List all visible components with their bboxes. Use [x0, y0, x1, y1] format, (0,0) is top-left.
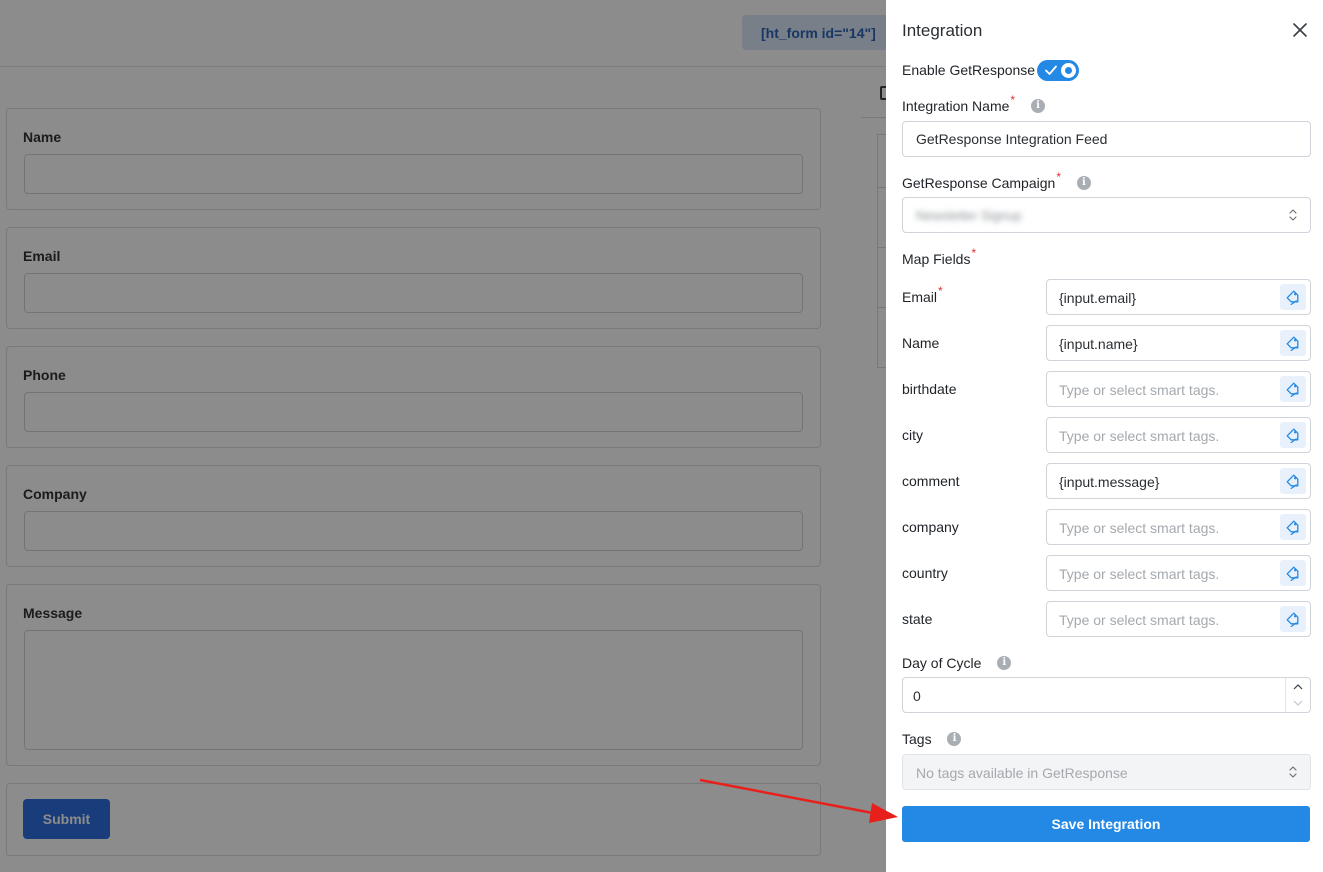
required-mark: * — [1056, 170, 1061, 184]
toggle-knob — [1061, 63, 1076, 78]
decrement-button[interactable] — [1286, 695, 1310, 712]
tag-icon — [1286, 520, 1299, 535]
tags-label: Tags i — [902, 731, 962, 747]
tag-icon — [1286, 612, 1299, 627]
map-field-label-text: birthdate — [902, 381, 957, 397]
tags-label-text: Tags — [902, 731, 932, 747]
tag-icon — [1286, 474, 1299, 489]
map-field-label: country — [902, 565, 948, 581]
map-field-value: {input.message} — [1059, 474, 1160, 490]
enable-getresponse-toggle[interactable] — [1037, 60, 1079, 81]
integration-name-label-text: Integration Name — [902, 98, 1010, 114]
smart-tag-button[interactable] — [1280, 330, 1306, 356]
smart-tag-button[interactable] — [1280, 422, 1306, 448]
campaign-selected-value: Newsletter Signup — [916, 208, 1022, 223]
drawer-title: Integration — [902, 21, 983, 40]
tag-icon — [1286, 336, 1299, 351]
integration-drawer: Integration Enable GetResponse Integrati… — [886, 0, 1323, 872]
map-field-input[interactable]: Type or select smart tags. — [1046, 555, 1311, 591]
chevron-up-down-icon — [1289, 209, 1297, 221]
enable-getresponse-label: Enable GetResponse — [902, 62, 1036, 78]
map-fields-label-text: Map Fields — [902, 251, 971, 267]
map-field-placeholder: Type or select smart tags. — [1059, 520, 1220, 536]
map-field-label-text: company — [902, 519, 959, 535]
map-field-label: city — [902, 427, 923, 443]
map-field-label-text: country — [902, 565, 948, 581]
info-icon[interactable]: i — [1030, 99, 1045, 114]
tags-select[interactable]: No tags available in GetResponse — [902, 754, 1311, 790]
map-field-input[interactable]: Type or select smart tags. — [1046, 417, 1311, 453]
map-field-placeholder: Type or select smart tags. — [1059, 428, 1220, 444]
info-icon[interactable]: i — [1076, 176, 1091, 191]
tag-icon — [1286, 428, 1299, 443]
info-icon[interactable]: i — [997, 656, 1012, 671]
map-field-label: Email* — [902, 284, 943, 305]
smart-tag-button[interactable] — [1280, 284, 1306, 310]
info-icon[interactable]: i — [947, 732, 962, 747]
required-mark: * — [938, 284, 943, 298]
chevron-down-icon — [1293, 700, 1303, 706]
day-of-cycle-label: Day of Cycle i — [902, 655, 1012, 671]
map-field-label-text: Email — [902, 289, 938, 305]
close-icon[interactable] — [1290, 20, 1310, 40]
integration-name-input[interactable] — [902, 121, 1311, 157]
day-of-cycle-label-text: Day of Cycle — [902, 655, 982, 671]
map-field-input[interactable]: {input.email} — [1046, 279, 1311, 315]
required-mark: * — [971, 246, 977, 260]
smart-tag-button[interactable] — [1280, 560, 1306, 586]
tag-icon — [1286, 382, 1299, 397]
map-field-input[interactable]: Type or select smart tags. — [1046, 509, 1311, 545]
map-field-value: {input.name} — [1059, 336, 1138, 352]
campaign-select[interactable]: Newsletter Signup — [902, 197, 1311, 233]
smart-tag-button[interactable] — [1280, 376, 1306, 402]
map-field-label: birthdate — [902, 381, 956, 397]
increment-button[interactable] — [1286, 678, 1310, 695]
chevron-up-down-icon — [1289, 766, 1297, 778]
campaign-label: GetResponse Campaign* i — [902, 170, 1091, 191]
tag-icon — [1286, 566, 1299, 581]
chevron-up-icon — [1293, 684, 1303, 690]
day-of-cycle-input[interactable]: 0 — [902, 677, 1311, 713]
map-field-label-text: comment — [902, 473, 960, 489]
check-icon — [1045, 65, 1057, 75]
save-integration-button[interactable]: Save Integration — [902, 806, 1310, 842]
day-of-cycle-value: 0 — [913, 688, 921, 704]
integration-name-label: Integration Name* i — [902, 93, 1045, 114]
map-field-label-text: Name — [902, 335, 940, 351]
map-field-placeholder: Type or select smart tags. — [1059, 382, 1220, 398]
tag-icon — [1286, 290, 1299, 305]
campaign-label-text: GetResponse Campaign — [902, 175, 1056, 191]
map-field-label: state — [902, 611, 932, 627]
map-field-label: company — [902, 519, 959, 535]
map-field-label: comment — [902, 473, 960, 489]
smart-tag-button[interactable] — [1280, 606, 1306, 632]
map-field-input[interactable]: {input.message} — [1046, 463, 1311, 499]
smart-tag-button[interactable] — [1280, 468, 1306, 494]
map-field-label: Name — [902, 335, 939, 351]
map-field-input[interactable]: Type or select smart tags. — [1046, 371, 1311, 407]
map-field-value: {input.email} — [1059, 290, 1137, 306]
tags-placeholder: No tags available in GetResponse — [916, 765, 1128, 781]
map-field-label-text: state — [902, 611, 933, 627]
map-fields-label: Map Fields* — [902, 246, 976, 267]
map-field-label-text: city — [902, 427, 923, 443]
map-field-input[interactable]: {input.name} — [1046, 325, 1311, 361]
smart-tag-button[interactable] — [1280, 514, 1306, 540]
number-spinner — [1285, 678, 1310, 712]
required-mark: * — [1010, 93, 1016, 107]
map-field-placeholder: Type or select smart tags. — [1059, 566, 1220, 582]
map-field-placeholder: Type or select smart tags. — [1059, 612, 1220, 628]
map-field-input[interactable]: Type or select smart tags. — [1046, 601, 1311, 637]
